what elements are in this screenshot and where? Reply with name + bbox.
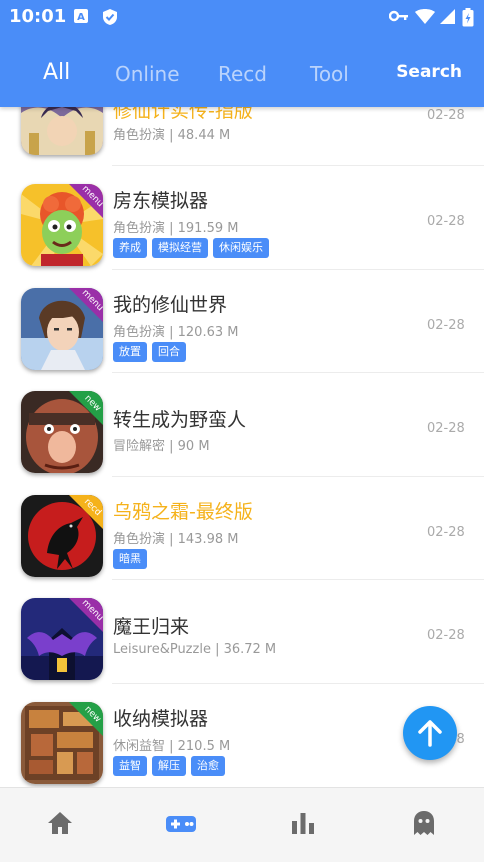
game-title: 我的修仙世界 [113, 293, 228, 316]
game-title: 转生成为野蛮人 [113, 409, 247, 431]
nav-home[interactable] [45, 808, 75, 838]
tab-all[interactable]: All [43, 60, 70, 85]
tag[interactable]: 放置 [113, 341, 147, 362]
game-date: 02-28 [427, 317, 465, 333]
list-item[interactable]: menu 我的修仙世界 角色扮演 | 120.63 M 02-28 放置 回合 [0, 270, 484, 373]
game-title: 乌鸦之霜-最终版 [113, 500, 253, 523]
nav-ranking[interactable] [288, 808, 318, 838]
list-item[interactable]: menu 房东模拟器 角色扮演 | 191.59 M 02-28 养成 模拟经营… [0, 166, 484, 270]
tag[interactable]: 休闲娱乐 [213, 238, 269, 258]
battery-icon [462, 8, 474, 27]
game-meta: 角色扮演 | 143.98 M [113, 531, 239, 547]
tag[interactable]: 回合 [152, 341, 186, 362]
keyboard-a-icon: A [73, 8, 89, 24]
tag-list: 养成 模拟经营 休闲娱乐 [113, 238, 269, 258]
game-meta: Leisure&Puzzle | 36.72 M [113, 642, 277, 657]
list-item[interactable]: new 转生成为野蛮人 冒险解密 | 90 M 02-28 [0, 373, 484, 477]
game-title: 房东模拟器 [113, 190, 209, 212]
game-icon: new [21, 701, 103, 784]
tag[interactable]: 解压 [152, 755, 186, 776]
game-list[interactable]: 修仙计实传-指版 角色扮演 | 48.44 M 02-28 menu 房东模拟器… [0, 60, 484, 787]
svg-text:A: A [77, 12, 85, 23]
top-app-bar: 10:01 A All Online Recd Tool Search [0, 0, 484, 107]
tag-list: 益智 解压 治愈 [113, 755, 225, 776]
wifi-icon [414, 8, 436, 24]
search-button[interactable]: Search [396, 62, 462, 82]
game-meta: 角色扮演 | 48.44 M [113, 128, 231, 143]
game-date: 02-28 [427, 108, 465, 123]
status-time: 10:01 [9, 6, 67, 27]
tag[interactable]: 模拟经营 [152, 238, 208, 258]
list-item[interactable]: menu 魔王归来 Leisure&Puzzle | 36.72 M 02-28 [0, 580, 484, 684]
game-icon: menu [21, 184, 103, 266]
bottom-navigation [0, 787, 484, 862]
tag[interactable]: 益智 [113, 755, 147, 776]
game-date: 02-28 [427, 524, 465, 540]
game-date: 02-28 [427, 421, 465, 436]
game-date: 02-28 [427, 628, 465, 643]
game-icon: menu [21, 287, 103, 370]
game-meta: 冒险解密 | 90 M [113, 439, 210, 454]
tag-list: 暗黑 [113, 548, 147, 569]
game-title: 收纳模拟器 [113, 707, 209, 730]
game-icon: new [21, 391, 103, 473]
tag-list: 放置 回合 [113, 341, 186, 362]
game-meta: 角色扮演 | 120.63 M [113, 324, 239, 340]
category-tabs: All Online Recd Tool Search [0, 48, 484, 100]
game-icon: recd [21, 494, 103, 577]
game-icon: menu [21, 598, 103, 680]
signal-icon [438, 8, 456, 24]
tab-recd[interactable]: Recd [218, 62, 267, 86]
nav-games[interactable] [165, 808, 197, 838]
status-bar: 10:01 A [0, 0, 484, 34]
tag[interactable]: 治愈 [191, 755, 225, 776]
tab-online[interactable]: Online [115, 62, 180, 86]
tag[interactable]: 暗黑 [113, 548, 147, 569]
chart-icon [292, 813, 314, 834]
game-meta: 角色扮演 | 191.59 M [113, 221, 239, 236]
home-icon [48, 812, 72, 834]
shield-icon [101, 8, 117, 25]
key-icon [388, 8, 409, 24]
list-item[interactable]: recd 乌鸦之霜-最终版 角色扮演 | 143.98 M 02-28 暗黑 [0, 477, 484, 580]
game-title: 魔王归来 [113, 616, 190, 638]
nav-profile[interactable] [409, 808, 439, 838]
scroll-to-top-button[interactable] [403, 706, 457, 760]
arrow-up-icon [418, 720, 442, 747]
game-meta: 休闲益智 | 210.5 M [113, 738, 231, 754]
tag[interactable]: 养成 [113, 238, 147, 258]
gamepad-icon [166, 816, 196, 832]
tab-tool[interactable]: Tool [310, 62, 349, 86]
ghost-icon [414, 811, 434, 835]
game-date: 02-28 [427, 214, 465, 229]
